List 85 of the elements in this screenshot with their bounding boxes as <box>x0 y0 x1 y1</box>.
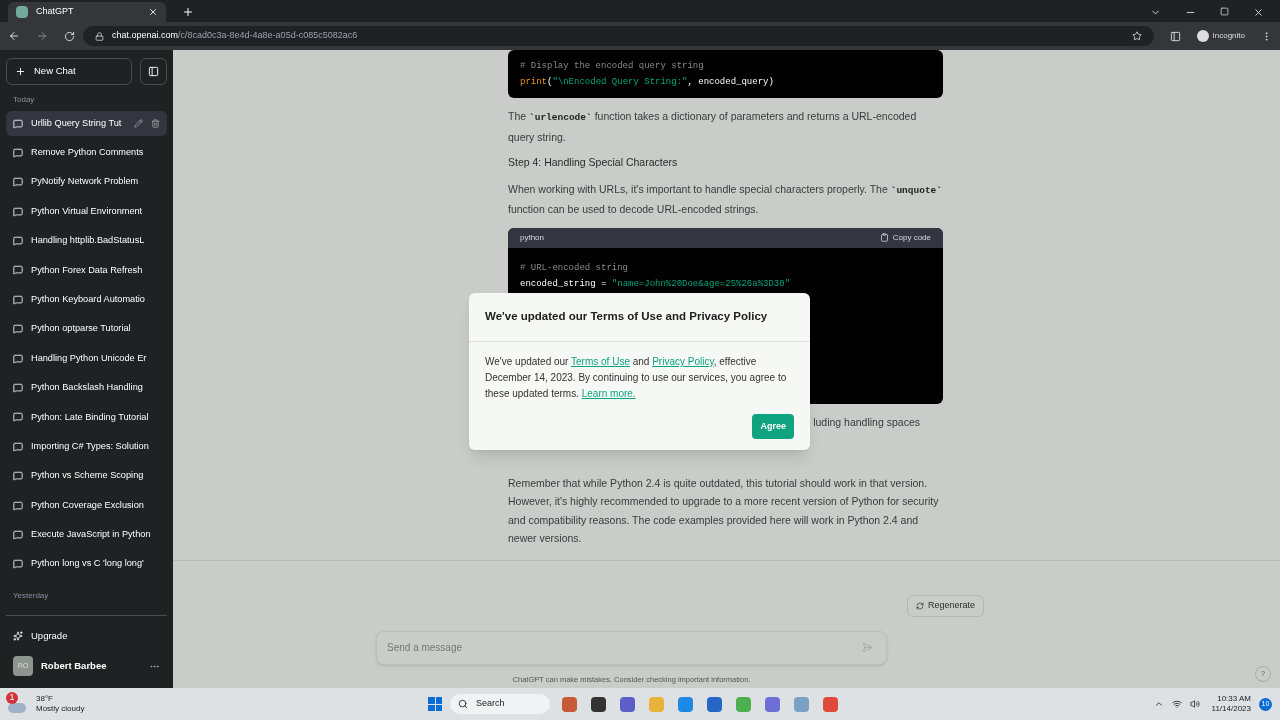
taskbar-app-icon[interactable] <box>620 696 635 712</box>
weather-icon <box>8 703 26 713</box>
new-tab-icon[interactable] <box>182 6 194 18</box>
paragraph: Remember that while Python 2.4 is quite outdated, this tutorial should work in that version. However, it's highly recommended to upgrade to a more recent version of Python for security and compatibility reasons. The code examples provided here will work in Python 2.4 and newer versions. <box>508 475 940 547</box>
chat-icon <box>13 206 23 217</box>
windows-start-icon[interactable] <box>428 697 442 711</box>
clipboard-icon <box>879 233 889 243</box>
paragraph: When working with URLs, it's important to handle special characters properly. The `unquote` function can be used to decode URL-encoded strings. <box>508 181 943 218</box>
chat-history-item[interactable]: Python: Late Binding Tutorial <box>6 404 167 430</box>
chat-icon <box>13 559 23 570</box>
code-line: # Display the encoded query string <box>520 60 705 73</box>
side-panel-icon[interactable] <box>1169 30 1181 42</box>
sparkle-icon <box>13 631 23 641</box>
network-icon[interactable] <box>1171 699 1182 709</box>
user-name[interactable]: Robert Barbee <box>41 658 141 674</box>
code-line: print("\nEncoded Query String:", encoded_query) <box>520 76 775 89</box>
reload-icon[interactable] <box>64 30 75 42</box>
close-icon[interactable] <box>1253 7 1264 18</box>
step-heading: Step 4: Handling Special Characters <box>508 155 679 170</box>
chat-history-item[interactable]: Python vs Scheme Scoping <box>6 463 167 489</box>
new-chat-button[interactable]: New Chat <box>6 58 132 85</box>
chat-history-item[interactable]: Python optparse Tutorial <box>6 316 167 342</box>
chat-icon <box>13 177 23 188</box>
search-icon <box>458 699 468 709</box>
chat-history-item[interactable]: Python Virtual Environment <box>6 199 167 225</box>
chat-history-item[interactable]: Urllib Query String Tut <box>6 111 167 136</box>
chat-icon <box>13 412 23 423</box>
chat-history-item[interactable]: Execute JavaScript in Python <box>6 522 167 548</box>
chat-icon <box>13 383 23 393</box>
chat-history-item[interactable]: Python long vs C 'long long' <box>6 551 167 577</box>
weather-widget[interactable]: 38°F Mostly cloudy <box>36 694 85 714</box>
chat-history-item[interactable]: Python Forex Data Refresh <box>6 257 167 283</box>
dialog-title: We've updated our Terms of Use and Privacy Policy <box>485 309 768 325</box>
chat-icon <box>13 147 23 158</box>
taskbar-search[interactable]: Search <box>450 694 550 714</box>
paragraph: The `urlencode` function takes a dictionary of parameters and returns a URL-encoded query string. <box>508 109 918 145</box>
delete-icon[interactable] <box>151 119 160 128</box>
chat-history-item[interactable]: Remove Python Comments <box>6 140 167 166</box>
taskbar-app-icon[interactable] <box>707 696 722 712</box>
chat-icon <box>13 353 23 364</box>
chat-history-item[interactable]: Python Keyboard Automatio <box>6 287 167 313</box>
chat-history-item[interactable]: Python Backslash Handling <box>6 375 167 401</box>
browser-tab[interactable]: ChatGPT <box>8 2 166 22</box>
maximize-icon[interactable] <box>1220 7 1229 16</box>
code-line: # URL-encoded string <box>520 261 630 275</box>
section-label: Today <box>12 94 36 106</box>
address-bar[interactable]: chat.openai.com/c/8cad0c3a-8e4d-4a8e-a05d-c085c5082ac6 <box>83 26 1154 46</box>
refresh-icon <box>915 601 924 610</box>
upgrade-button[interactable]: Upgrade <box>6 624 167 648</box>
chat-icon <box>13 324 23 335</box>
chat-history-item[interactable]: Handling Python Unicode Er <box>6 346 167 372</box>
message-input[interactable]: Send a message <box>376 630 887 665</box>
plus-icon <box>15 66 26 77</box>
close-icon[interactable] <box>148 7 158 17</box>
chat-icon <box>13 471 23 482</box>
sidebar-icon <box>148 66 159 77</box>
edit-icon[interactable] <box>134 119 143 128</box>
chat-history-item[interactable]: PyNotify Network Problem <box>6 169 167 195</box>
collapse-sidebar-button[interactable] <box>140 58 167 85</box>
clock[interactable]: 10:33 AM 11/14/2023 <box>1211 694 1251 714</box>
paragraph-fragment: luding handling spaces <box>813 414 920 430</box>
chat-icon <box>13 236 23 247</box>
speaker-icon[interactable] <box>1189 699 1200 709</box>
back-icon[interactable] <box>8 30 20 42</box>
code-language: python <box>520 231 545 244</box>
chat-icon <box>13 118 23 129</box>
chat-icon <box>13 441 23 452</box>
copy-code-button[interactable]: Copy code <box>879 231 931 244</box>
chat-history-item[interactable]: Python Coverage Exclusion <box>6 493 167 519</box>
code-line: encoded_string = "name=John%20Doe&age=25%26a%3D30" <box>520 277 792 291</box>
taskbar-app-icon[interactable] <box>591 696 606 712</box>
chat-history-item[interactable]: Handling httplib.BadStatusL <box>6 228 167 254</box>
notification-badge: 1 <box>6 692 18 704</box>
chat-history-item[interactable]: Importing C# Types: Solution <box>6 434 167 460</box>
chat-icon <box>13 265 23 276</box>
chat-icon <box>13 529 23 540</box>
regenerate-button[interactable]: Regenerate <box>906 594 984 617</box>
dialog-message: We've updated our Terms of Use and Privacy Policy, effective December 14, 2023. By continuing to use our services, you agree to these updated terms. Learn more. <box>484 355 788 401</box>
section-label: Yesterday <box>12 590 50 603</box>
lock-icon <box>95 31 104 41</box>
chat-icon <box>13 500 23 511</box>
chat-icon <box>13 294 23 305</box>
incognito-label[interactable]: Incognito <box>1212 30 1245 42</box>
bookmark-star-icon[interactable] <box>1131 31 1142 41</box>
tray-chevron-icon[interactable] <box>1153 699 1164 709</box>
